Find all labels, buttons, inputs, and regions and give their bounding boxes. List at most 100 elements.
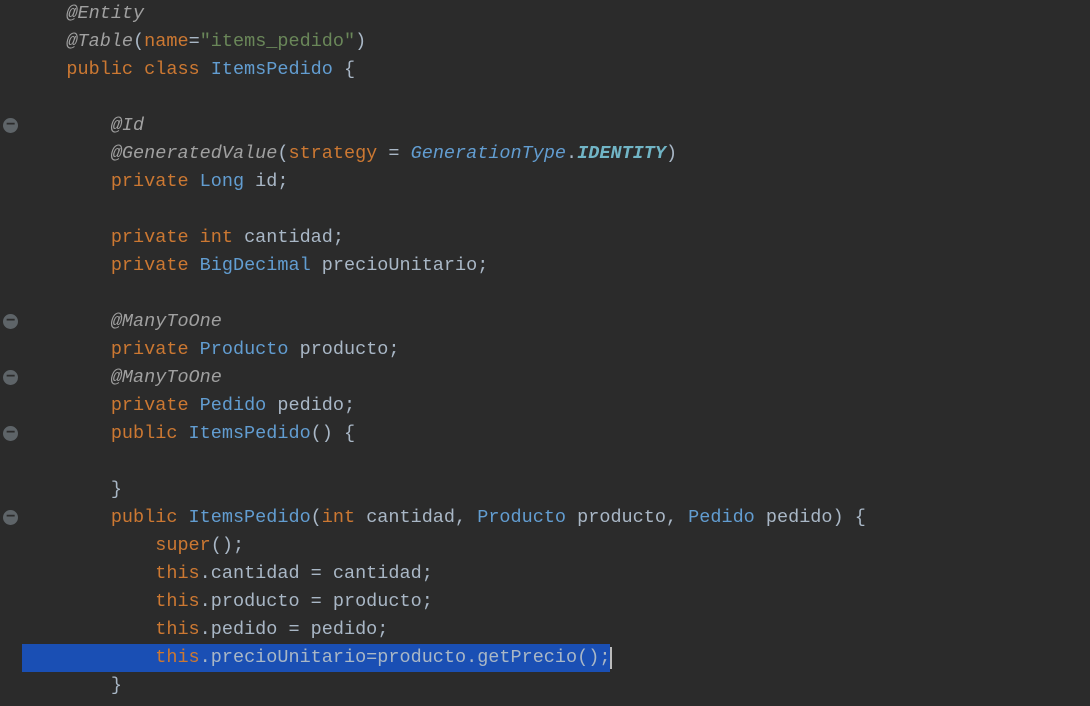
code-line[interactable]: @ManyToOne <box>22 364 1090 392</box>
fold-toggle-icon[interactable] <box>3 510 18 525</box>
fold-gutter[interactable] <box>0 0 22 706</box>
code-line[interactable] <box>22 84 1090 112</box>
code-token: IDENTITY <box>577 143 666 164</box>
code-token: private <box>111 255 200 276</box>
code-token <box>22 339 111 360</box>
code-token: @ManyToOne <box>111 367 222 388</box>
code-line[interactable]: } <box>22 672 1090 700</box>
fold-toggle-icon[interactable] <box>3 314 18 329</box>
code-token: cantidad, <box>355 507 477 528</box>
code-token: ) <box>355 31 366 52</box>
code-token: } <box>22 675 122 696</box>
code-token: "items_pedido" <box>200 31 355 52</box>
code-token <box>22 423 111 444</box>
code-token <box>22 87 33 108</box>
code-token: this <box>155 619 199 640</box>
code-token: .cantidad = cantidad; <box>200 563 433 584</box>
code-token: (); <box>211 535 244 556</box>
code-line[interactable]: @Id <box>22 112 1090 140</box>
code-line[interactable]: public ItemsPedido() { <box>22 420 1090 448</box>
code-line[interactable]: public ItemsPedido(int cantidad, Product… <box>22 504 1090 532</box>
code-line[interactable]: @Entity <box>22 0 1090 28</box>
code-line[interactable] <box>22 280 1090 308</box>
code-token: id; <box>244 171 288 192</box>
code-line[interactable]: this.producto = producto; <box>22 588 1090 616</box>
code-token: BigDecimal <box>200 255 311 276</box>
code-line[interactable]: } <box>22 476 1090 504</box>
code-line[interactable]: @GeneratedValue(strategy = GenerationTyp… <box>22 140 1090 168</box>
fold-toggle-icon[interactable] <box>3 426 18 441</box>
code-token <box>22 451 33 472</box>
code-token <box>22 507 111 528</box>
code-token: ( <box>311 507 322 528</box>
code-token: producto; <box>288 339 399 360</box>
code-token: = <box>189 31 200 52</box>
code-token <box>22 199 33 220</box>
code-token <box>22 143 111 164</box>
code-token <box>22 283 33 304</box>
fold-toggle-icon[interactable] <box>3 370 18 385</box>
code-token <box>22 171 111 192</box>
code-token: } <box>22 479 122 500</box>
code-token: name <box>144 31 188 52</box>
code-token <box>22 3 66 24</box>
code-line[interactable]: @Table(name="items_pedido") <box>22 28 1090 56</box>
code-line[interactable]: private int cantidad; <box>22 224 1090 252</box>
code-editor[interactable]: @Entity @Table(name="items_pedido") publ… <box>0 0 1090 706</box>
code-token <box>22 563 155 584</box>
code-token: int <box>322 507 355 528</box>
code-token <box>22 31 66 52</box>
code-token: @Table <box>66 31 133 52</box>
code-token <box>22 535 155 556</box>
code-token: ( <box>133 31 144 52</box>
code-token <box>22 255 111 276</box>
code-token: private <box>111 395 200 416</box>
code-token: precioUnitario; <box>311 255 489 276</box>
code-token: @GeneratedValue <box>111 143 278 164</box>
code-line[interactable]: private Long id; <box>22 168 1090 196</box>
code-token: @Id <box>111 115 144 136</box>
code-token: private <box>111 339 200 360</box>
code-token: Producto <box>200 339 289 360</box>
code-token: .precioUnitario=producto.getPrecio(); <box>200 647 611 668</box>
code-token: @ManyToOne <box>111 311 222 332</box>
code-token: { <box>333 59 355 80</box>
code-token: GenerationType <box>411 143 566 164</box>
code-token: ItemsPedido <box>189 423 311 444</box>
code-line[interactable]: this.pedido = pedido; <box>22 616 1090 644</box>
code-token <box>22 59 66 80</box>
code-line[interactable]: @ManyToOne <box>22 308 1090 336</box>
code-token: Producto <box>477 507 566 528</box>
code-line[interactable]: this.cantidad = cantidad; <box>22 560 1090 588</box>
code-line[interactable]: public class ItemsPedido { <box>22 56 1090 84</box>
code-line[interactable]: this.precioUnitario=producto.getPrecio()… <box>22 644 1090 672</box>
code-token: ItemsPedido <box>189 507 311 528</box>
code-line[interactable] <box>22 448 1090 476</box>
code-token: .producto = producto; <box>200 591 433 612</box>
code-line[interactable]: super(); <box>22 532 1090 560</box>
code-line[interactable]: private BigDecimal precioUnitario; <box>22 252 1090 280</box>
code-token: public <box>111 507 189 528</box>
code-token: Pedido <box>200 395 267 416</box>
code-token: strategy <box>288 143 377 164</box>
code-token: this <box>155 647 199 668</box>
code-token: . <box>566 143 577 164</box>
code-token: pedido; <box>266 395 355 416</box>
text-cursor <box>610 647 612 669</box>
code-token: Long <box>200 171 244 192</box>
code-token <box>22 227 111 248</box>
code-token: .pedido = pedido; <box>200 619 389 640</box>
code-token: cantidad; <box>244 227 344 248</box>
code-token: producto, <box>566 507 688 528</box>
code-token: ItemsPedido <box>211 59 333 80</box>
code-line[interactable]: private Pedido pedido; <box>22 392 1090 420</box>
code-token: public class <box>66 59 210 80</box>
code-token: @Entity <box>66 3 144 24</box>
code-line[interactable] <box>22 196 1090 224</box>
code-area[interactable]: @Entity @Table(name="items_pedido") publ… <box>22 0 1090 706</box>
code-line[interactable]: private Producto producto; <box>22 336 1090 364</box>
fold-toggle-icon[interactable] <box>3 118 18 133</box>
code-token <box>22 367 111 388</box>
code-token: public <box>111 423 189 444</box>
code-token <box>22 115 111 136</box>
